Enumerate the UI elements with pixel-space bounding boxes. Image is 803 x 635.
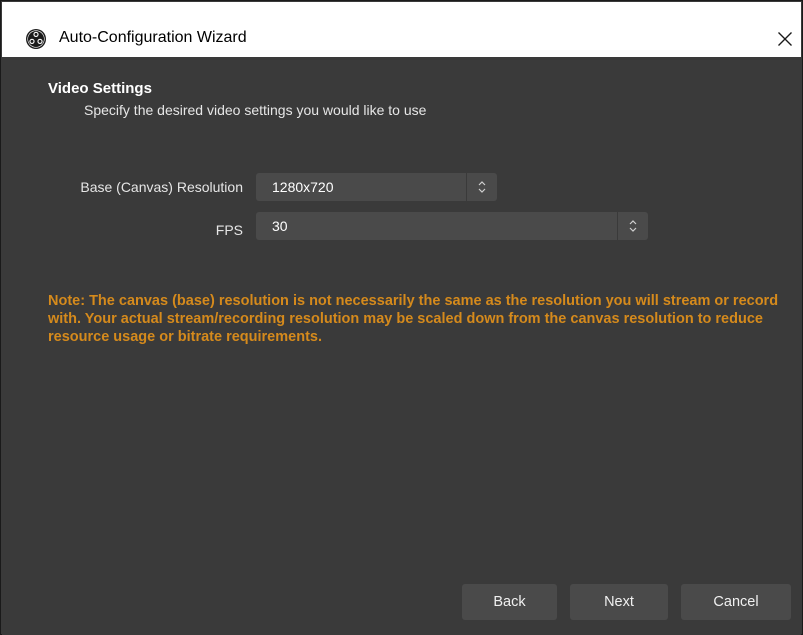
back-button[interactable]: Back <box>462 584 557 620</box>
next-button[interactable]: Next <box>570 584 668 620</box>
fps-value: 30 <box>272 218 288 234</box>
close-button[interactable] <box>770 24 800 54</box>
resolution-spinner[interactable] <box>466 173 497 201</box>
fps-spinner[interactable] <box>617 212 648 240</box>
wizard-window: Auto-Configuration Wizard Video Settings… <box>0 0 803 635</box>
section-title: Video Settings <box>48 80 152 97</box>
cancel-button[interactable]: Cancel <box>681 584 791 620</box>
section-subtitle: Specify the desired video settings you w… <box>84 102 427 118</box>
close-icon <box>778 32 792 46</box>
up-down-chevron-icon <box>629 220 637 232</box>
resolution-combobox[interactable]: 1280x720 <box>256 173 497 201</box>
resolution-note: Note: The canvas (base) resolution is no… <box>48 293 779 345</box>
fps-combobox[interactable]: 30 <box>256 212 648 240</box>
window-title: Auto-Configuration Wizard <box>59 29 247 46</box>
up-down-chevron-icon <box>478 181 486 193</box>
obs-logo-icon <box>26 29 46 49</box>
title-bar: Auto-Configuration Wizard <box>2 2 801 57</box>
resolution-value: 1280x720 <box>272 179 334 195</box>
wizard-content: Video Settings Specify the desired video… <box>2 61 801 635</box>
resolution-label: Base (Canvas) Resolution <box>80 179 243 195</box>
fps-label: FPS <box>215 222 243 238</box>
